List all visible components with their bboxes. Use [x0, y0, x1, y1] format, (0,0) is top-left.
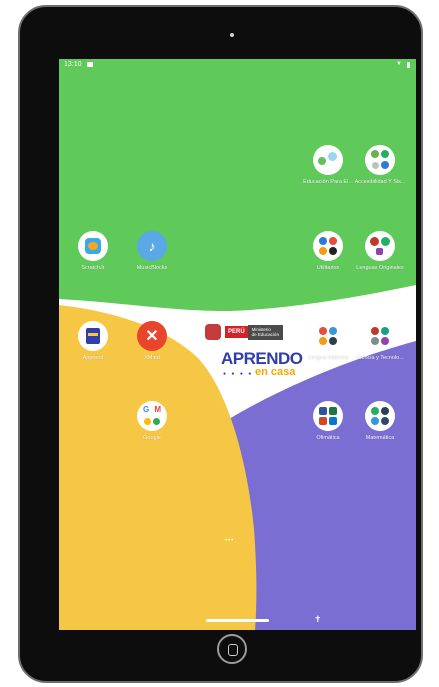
folder-icon: G M	[137, 401, 167, 431]
wifi-icon: ▼	[396, 61, 402, 67]
page-indicator[interactable]: •••	[225, 538, 234, 544]
folder-icon	[365, 321, 395, 351]
app-xmind[interactable]: ✕ XMind	[122, 321, 182, 361]
status-time: 13:10	[64, 61, 82, 68]
app-label: MusicBlocks	[136, 265, 168, 271]
app-label: Utilitarios	[316, 265, 340, 271]
home-button-icon	[228, 644, 238, 656]
app-matematica[interactable]: Matemática	[350, 401, 410, 441]
accessibility-icon[interactable]: ✝	[314, 614, 322, 625]
folder-icon	[313, 231, 343, 261]
folder-icon	[313, 401, 343, 431]
app-educacion[interactable]: Educación Para El...	[298, 145, 358, 185]
app-lenguas[interactable]: Lenguas Originales	[350, 231, 410, 271]
app-label: Ciencia y Tecnolo...	[356, 355, 404, 361]
folder-icon	[365, 145, 395, 175]
ministerio-line2: de Educación	[251, 331, 279, 337]
app-apprend[interactable]: Apprend	[63, 321, 123, 361]
home-gesture-pill[interactable]	[206, 619, 269, 622]
app-label: Apprend	[82, 355, 104, 361]
folder-icon	[313, 145, 343, 175]
aprendo-en-casa-logo: PERÚ Ministerio de Educación APRENDO ● ●…	[205, 321, 317, 393]
home-screen: 13:10 ▼ Educación Para El... Accesibilid…	[59, 59, 416, 630]
app-label: Google	[143, 435, 161, 441]
app-label: Educación Para El...	[303, 179, 353, 185]
app-accesibilidad[interactable]: Accesibilidad Y Sis...	[350, 145, 410, 185]
app-google[interactable]: G M Google	[122, 401, 182, 441]
image-notification-icon	[87, 62, 93, 67]
battery-icon	[407, 62, 410, 68]
folder-icon	[313, 321, 343, 351]
ministerio-label: Ministerio de Educación	[247, 324, 283, 340]
en-casa-text: en casa	[255, 366, 296, 378]
xmind-icon: ✕	[137, 321, 167, 351]
decor-dots: ● ● ● ●	[223, 371, 254, 377]
app-musicblocks[interactable]: ♪ MusicBlocks	[122, 231, 182, 271]
peru-label: PERÚ	[225, 326, 248, 338]
app-ciencia[interactable]: Ciencia y Tecnolo...	[350, 321, 410, 361]
app-scratchjr[interactable]: ScratchJr	[63, 231, 123, 271]
folder-icon	[365, 401, 395, 431]
app-label: ScratchJr	[81, 265, 105, 271]
peru-shield-icon	[205, 324, 221, 340]
app-label: Accesibilidad Y Sis...	[354, 179, 406, 185]
app-label: Lenguas Originales	[356, 265, 404, 271]
navigation-bar: ✝	[59, 614, 416, 630]
app-label: Matemática	[365, 435, 395, 441]
app-label: XMind	[144, 355, 160, 361]
app-label: Ofimática	[316, 435, 340, 441]
scratch-cat-icon	[78, 231, 108, 261]
minedu-header: PERÚ Ministerio de Educación	[205, 323, 303, 341]
app-utilitarios[interactable]: Utilitarios	[298, 231, 358, 271]
hardware-home-button[interactable]	[217, 634, 247, 664]
status-bar: 13:10 ▼	[59, 59, 416, 71]
folder-icon	[365, 231, 395, 261]
music-notes-icon: ♪	[137, 231, 167, 261]
book-icon	[78, 321, 108, 351]
app-ofimatica[interactable]: Ofimática	[298, 401, 358, 441]
camera-icon	[230, 33, 234, 37]
